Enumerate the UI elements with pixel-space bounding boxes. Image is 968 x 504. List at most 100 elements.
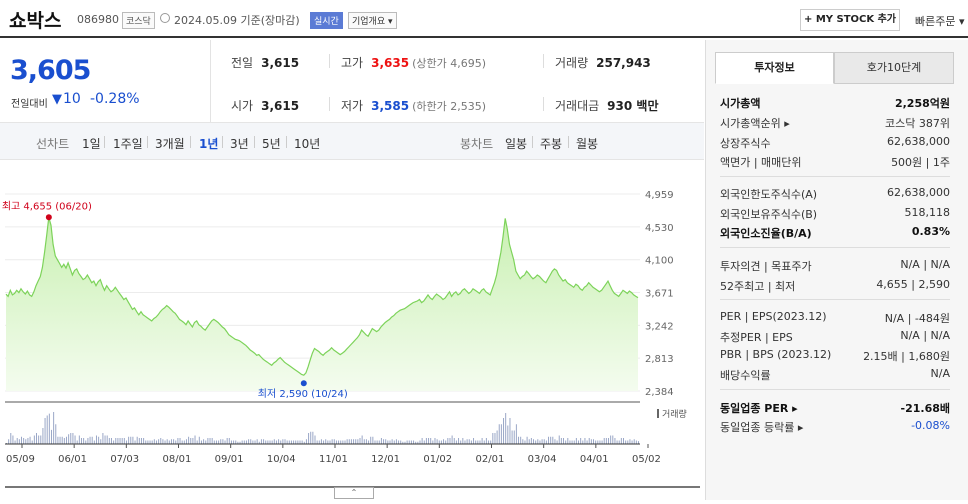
period-1d[interactable]: 1일 [82, 135, 101, 152]
y-tick-label: 4,100 [645, 256, 674, 267]
down-arrow-icon: ▼ [52, 92, 62, 107]
volume-bar [464, 440, 466, 444]
volume-bar [138, 438, 140, 444]
volume-bar [31, 440, 33, 444]
company-overview-dropdown[interactable]: 기업개요 ▾ [348, 12, 397, 29]
volume-bar [535, 440, 537, 444]
volume-bar [511, 430, 513, 444]
volume-bar [432, 440, 434, 444]
add-my-stock-button[interactable]: + MY STOCK 추가 [800, 9, 900, 31]
quick-order-dropdown[interactable]: 빠른주문 ▾ [915, 13, 965, 29]
volume-bar [145, 440, 147, 444]
volume-bar [140, 438, 142, 444]
volume-bar [12, 435, 14, 444]
realtime-badge[interactable]: 실시간 [310, 12, 343, 29]
volume-bar [505, 413, 507, 444]
volume-bar [308, 433, 310, 444]
volume-bar [518, 436, 520, 444]
market-badge: 코스닥 [122, 12, 155, 29]
period-5y[interactable]: 5년 [262, 135, 281, 152]
volume-bar [447, 438, 449, 444]
low-label: 최저 2,590 (10/24) [258, 388, 348, 400]
tab-order-book[interactable]: 호가10단계 [834, 52, 954, 84]
volume-bar [263, 439, 265, 444]
volume-bar [104, 435, 106, 444]
volume-bar [59, 436, 61, 444]
volume-bar [35, 433, 37, 444]
x-tick-label: 07/03 [110, 454, 139, 465]
volume-bar [57, 436, 59, 444]
volume-bar [102, 433, 104, 444]
x-tick-label: 03/04 [528, 454, 557, 465]
volume-bar [134, 440, 136, 444]
volume-bar [430, 438, 432, 444]
volume-bar [470, 440, 472, 444]
period-1y[interactable]: 1년 [199, 135, 218, 152]
volume-bar [513, 430, 515, 444]
volume-bar [554, 439, 556, 444]
volume-bar [599, 440, 601, 444]
volume-bar [115, 438, 117, 444]
volume-bar [8, 439, 10, 444]
volume-bar [325, 439, 327, 444]
volume-bar [595, 440, 597, 444]
volume-bar [335, 440, 337, 444]
volume-bar [48, 413, 50, 444]
volume-bar [295, 440, 297, 444]
volume-bar [485, 438, 487, 444]
tab-investment-info[interactable]: 투자정보 [715, 52, 834, 84]
volume-bar [175, 440, 177, 444]
volume-bar [460, 440, 462, 444]
volume-bar [235, 440, 237, 444]
volume-bar [603, 438, 605, 444]
volume-bar [318, 440, 320, 444]
volume-bar [333, 439, 335, 444]
volume-bar [222, 439, 224, 444]
volume-bar [449, 438, 451, 444]
volume-bar [350, 439, 352, 444]
volume-bar [179, 438, 181, 444]
volume-bar [323, 440, 325, 444]
volume-bar [136, 436, 138, 444]
volume-bar [488, 440, 490, 444]
x-tick-label: 05/02 [632, 454, 661, 465]
volume-bar [98, 436, 100, 444]
volume-bar [395, 439, 397, 444]
candle-daily[interactable]: 일봉 [505, 135, 527, 152]
volume-bar [310, 431, 312, 444]
volume-bar [614, 438, 616, 444]
volume-bar [563, 438, 565, 444]
volume-bar [374, 440, 376, 444]
volume-bar [143, 438, 145, 444]
price-change: 10 [63, 91, 81, 107]
stat-prev: 전일 3,615 [231, 56, 300, 70]
volume-bar [376, 440, 378, 444]
volume-bar [160, 438, 162, 444]
volume-bar [419, 440, 421, 444]
volume-bar [203, 439, 205, 444]
volume-bar [490, 440, 492, 444]
volume-bar [314, 435, 316, 444]
volume-bar [548, 436, 550, 444]
volume-bar [582, 440, 584, 444]
volume-bar [87, 438, 89, 444]
volume-bar [275, 440, 277, 444]
candle-weekly[interactable]: 주봉 [540, 135, 562, 152]
volume-bar [494, 433, 496, 444]
volume-bar [147, 440, 149, 444]
volume-bar [385, 439, 387, 444]
period-3m[interactable]: 3개월 [155, 135, 185, 152]
volume-bar [190, 438, 192, 444]
price-chart[interactable]: 4,959 4,530 4,100 3,671 3,242 2,813 2,384 최고 4… [0, 182, 704, 500]
y-tick-label: 4,959 [645, 190, 674, 201]
volume-bar [192, 438, 194, 444]
stat-volume: 거래량 257,943 [555, 56, 651, 70]
period-1w[interactable]: 1주일 [113, 135, 143, 152]
candle-monthly[interactable]: 월봉 [576, 135, 598, 152]
volume-bar [586, 440, 588, 444]
chart-collapse-toggle[interactable]: ⌃ [334, 487, 374, 499]
volume-bar [575, 438, 577, 444]
period-3y[interactable]: 3년 [230, 135, 249, 152]
period-10y[interactable]: 10년 [294, 135, 320, 152]
y-tick-label: 3,242 [645, 321, 674, 332]
